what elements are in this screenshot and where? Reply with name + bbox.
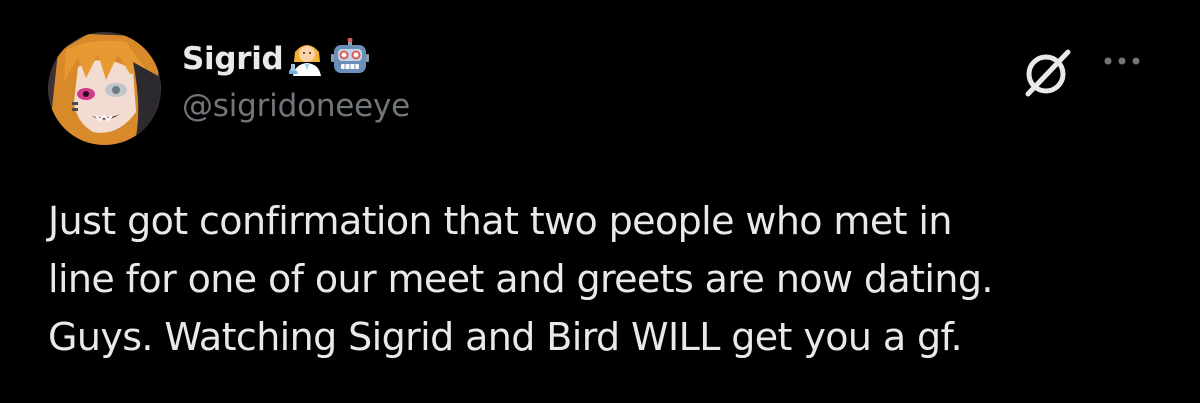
tweet-text-line: Guys. Watching Sigrid and Bird WILL get …	[48, 315, 963, 359]
robot-emoji-icon	[331, 37, 370, 80]
avatar[interactable]	[48, 32, 161, 145]
display-name[interactable]: Sigrid	[182, 41, 284, 77]
tweet-text-line: Just got confirmation that two people wh…	[48, 199, 952, 243]
more-options-icon[interactable]	[1098, 50, 1146, 72]
user-handle[interactable]: @sigridoneeye	[182, 88, 410, 124]
woman-scientist-emoji-icon	[288, 38, 325, 80]
tweet-header: Sigrid @sigridoneeye	[182, 36, 410, 124]
name-row: Sigrid	[182, 36, 410, 82]
tweet-body: Just got confirmation that two people wh…	[48, 192, 1168, 366]
tweet: Sigrid @sigridoneeye Just got confirmati…	[0, 0, 1200, 403]
grok-icon[interactable]	[1020, 44, 1076, 100]
tweet-text-line: line for one of our meet and greets are …	[48, 257, 993, 301]
